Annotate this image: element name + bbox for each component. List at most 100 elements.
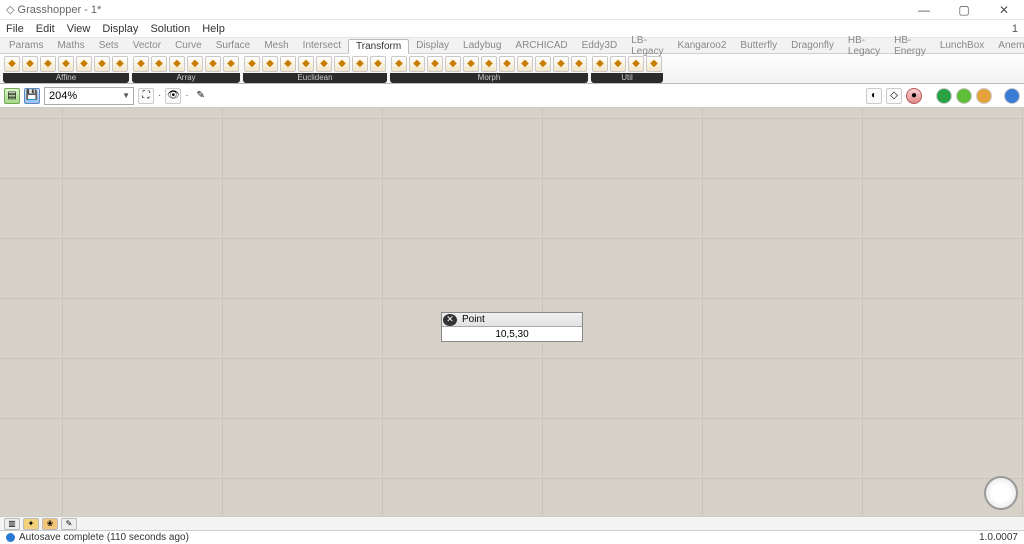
green-orb-icon[interactable] bbox=[936, 88, 952, 104]
viewbar: ▤ 💾 204% ▼ ⛶ · 👁 · ✎ ◐ ◇ ● bbox=[0, 84, 1024, 108]
tab-dragonfly[interactable]: Dragonfly bbox=[784, 39, 841, 52]
wire-icon[interactable]: ◇ bbox=[886, 88, 902, 104]
window-title: Grasshopper - 1* bbox=[18, 4, 102, 16]
tab-sets[interactable]: Sets bbox=[92, 39, 126, 52]
orange-orb-icon[interactable] bbox=[976, 88, 992, 104]
ribbon-btn-euclidean-3[interactable]: ◆ bbox=[298, 56, 314, 72]
tab-params[interactable]: Params bbox=[2, 39, 50, 52]
zoom-extents-icon[interactable]: ⛶ bbox=[138, 88, 154, 104]
ribbon-group-label: Euclidean bbox=[243, 73, 387, 83]
sketch-icon[interactable]: ✎ bbox=[193, 88, 209, 104]
ribbon-btn-euclidean-6[interactable]: ◆ bbox=[352, 56, 368, 72]
ribbon-btn-morph-3[interactable]: ◆ bbox=[445, 56, 461, 72]
ribbon-btn-array-1[interactable]: ◆ bbox=[151, 56, 167, 72]
ribbon-btn-morph-0[interactable]: ◆ bbox=[391, 56, 407, 72]
menu-edit[interactable]: Edit bbox=[36, 23, 55, 35]
open-file-icon[interactable]: ▤ bbox=[4, 88, 20, 104]
tab-maths[interactable]: Maths bbox=[50, 39, 91, 52]
ribbon-btn-euclidean-0[interactable]: ◆ bbox=[244, 56, 260, 72]
titlebar: ◇ Grasshopper - 1* — ▢ ✕ bbox=[0, 0, 1024, 20]
preview-off-icon[interactable]: ● bbox=[906, 88, 922, 104]
ribbon-toolbar: ◆◆◆◆◆◆◆Affine◆◆◆◆◆◆Array◆◆◆◆◆◆◆◆Euclidea… bbox=[0, 54, 1024, 84]
ribbon-btn-morph-10[interactable]: ◆ bbox=[571, 56, 587, 72]
ribbon-btn-euclidean-7[interactable]: ◆ bbox=[370, 56, 386, 72]
tab-ladybug[interactable]: Ladybug bbox=[456, 39, 508, 52]
ribbon-btn-morph-5[interactable]: ◆ bbox=[481, 56, 497, 72]
save-file-icon[interactable]: 💾 bbox=[24, 88, 40, 104]
ribbon-btn-affine-4[interactable]: ◆ bbox=[76, 56, 92, 72]
point-value[interactable]: 10,5,30 bbox=[442, 327, 582, 341]
compass-icon[interactable] bbox=[984, 476, 1018, 510]
shade-icon[interactable]: ◐ bbox=[866, 88, 882, 104]
ribbon-btn-euclidean-4[interactable]: ◆ bbox=[316, 56, 332, 72]
lightgreen-orb-icon[interactable] bbox=[956, 88, 972, 104]
tab-lunchbox[interactable]: LunchBox bbox=[933, 39, 991, 52]
tab-archicad[interactable]: ARCHICAD bbox=[508, 39, 574, 52]
tab-hb-energy[interactable]: HB-Energy bbox=[887, 34, 933, 58]
menu-file[interactable]: File bbox=[6, 23, 24, 35]
canvas[interactable]: ✕ Point 10,5,30 bbox=[0, 108, 1024, 516]
ribbon-btn-euclidean-2[interactable]: ◆ bbox=[280, 56, 296, 72]
ribbon-btn-array-4[interactable]: ◆ bbox=[205, 56, 221, 72]
tab-curve[interactable]: Curve bbox=[168, 39, 209, 52]
tab-anemone[interactable]: Anemone bbox=[991, 39, 1024, 52]
ribbon-btn-morph-8[interactable]: ◆ bbox=[535, 56, 551, 72]
ribbon-btn-morph-2[interactable]: ◆ bbox=[427, 56, 443, 72]
tab-hb-legacy[interactable]: HB-Legacy bbox=[841, 34, 887, 58]
ribbon-btn-util-3[interactable]: ◆ bbox=[646, 56, 662, 72]
ribbon-btn-affine-1[interactable]: ◆ bbox=[22, 56, 38, 72]
minimize-button[interactable]: — bbox=[904, 3, 944, 17]
menu-help[interactable]: Help bbox=[202, 23, 225, 35]
ribbon-btn-affine-3[interactable]: ◆ bbox=[58, 56, 74, 72]
tab-display[interactable]: Display bbox=[409, 39, 456, 52]
ribbon-group-label: Array bbox=[132, 73, 240, 83]
ribbon-btn-array-2[interactable]: ◆ bbox=[169, 56, 185, 72]
close-button[interactable]: ✕ bbox=[984, 3, 1024, 17]
menu-view[interactable]: View bbox=[67, 23, 91, 35]
preview-toggle-icon[interactable]: 👁 bbox=[165, 88, 181, 104]
ribbon-btn-array-0[interactable]: ◆ bbox=[133, 56, 149, 72]
maximize-button[interactable]: ▢ bbox=[944, 3, 984, 17]
tab-transform[interactable]: Transform bbox=[348, 39, 409, 54]
ribbon-btn-affine-6[interactable]: ◆ bbox=[112, 56, 128, 72]
ribbon-btn-morph-4[interactable]: ◆ bbox=[463, 56, 479, 72]
ribbon-btn-morph-6[interactable]: ◆ bbox=[499, 56, 515, 72]
panel-icon-1[interactable]: ▥ bbox=[4, 518, 20, 530]
ribbon-btn-morph-1[interactable]: ◆ bbox=[409, 56, 425, 72]
ribbon-group-morph: ◆◆◆◆◆◆◆◆◆◆◆Morph bbox=[389, 55, 589, 83]
point-component[interactable]: ✕ Point 10,5,30 bbox=[441, 312, 583, 342]
ribbon-btn-array-5[interactable]: ◆ bbox=[223, 56, 239, 72]
menu-solution[interactable]: Solution bbox=[150, 23, 190, 35]
ribbon-btn-affine-2[interactable]: ◆ bbox=[40, 56, 56, 72]
ribbon-group-euclidean: ◆◆◆◆◆◆◆◆Euclidean bbox=[242, 55, 388, 83]
ribbon-btn-util-2[interactable]: ◆ bbox=[628, 56, 644, 72]
tab-mesh[interactable]: Mesh bbox=[257, 39, 295, 52]
tab-eddy3d[interactable]: Eddy3D bbox=[575, 39, 625, 52]
panel-icon-4[interactable]: ✎ bbox=[61, 518, 77, 530]
tab-kangaroo2[interactable]: Kangaroo2 bbox=[670, 39, 733, 52]
component-tabstrip: ParamsMathsSetsVectorCurveSurfaceMeshInt… bbox=[0, 38, 1024, 54]
panel-icon-2[interactable]: ✦ bbox=[23, 518, 39, 530]
statusbar: Autosave complete (110 seconds ago) 1.0.… bbox=[0, 530, 1024, 544]
ribbon-btn-util-1[interactable]: ◆ bbox=[610, 56, 626, 72]
ribbon-btn-affine-5[interactable]: ◆ bbox=[94, 56, 110, 72]
ribbon-btn-euclidean-1[interactable]: ◆ bbox=[262, 56, 278, 72]
zoom-value: 204% bbox=[49, 90, 77, 102]
close-icon[interactable]: ✕ bbox=[443, 314, 457, 326]
tab-butterfly[interactable]: Butterfly bbox=[733, 39, 784, 52]
ribbon-btn-euclidean-5[interactable]: ◆ bbox=[334, 56, 350, 72]
blue-orb-icon[interactable] bbox=[1004, 88, 1020, 104]
menu-display[interactable]: Display bbox=[102, 23, 138, 35]
panel-icon-3[interactable]: ❀ bbox=[42, 518, 58, 530]
zoom-field[interactable]: 204% ▼ bbox=[44, 87, 134, 105]
chevron-down-icon[interactable]: ▼ bbox=[122, 91, 133, 100]
ribbon-btn-util-0[interactable]: ◆ bbox=[592, 56, 608, 72]
ribbon-btn-affine-0[interactable]: ◆ bbox=[4, 56, 20, 72]
ribbon-btn-array-3[interactable]: ◆ bbox=[187, 56, 203, 72]
tab-intersect[interactable]: Intersect bbox=[296, 39, 348, 52]
tab-vector[interactable]: Vector bbox=[126, 39, 168, 52]
ribbon-btn-morph-7[interactable]: ◆ bbox=[517, 56, 533, 72]
tab-surface[interactable]: Surface bbox=[209, 39, 257, 52]
bottom-toolbar: ▥ ✦ ❀ ✎ bbox=[0, 516, 1024, 530]
ribbon-btn-morph-9[interactable]: ◆ bbox=[553, 56, 569, 72]
